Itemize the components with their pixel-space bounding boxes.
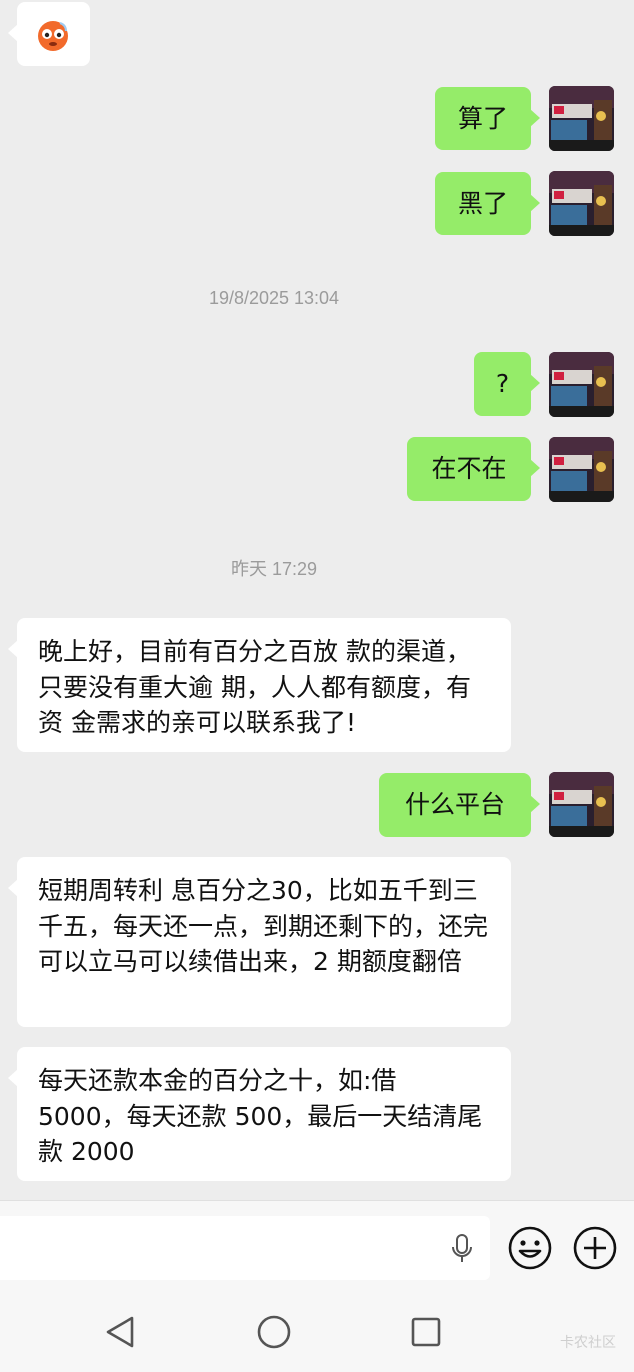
input-bar [0, 1200, 634, 1293]
chat-area[interactable]: 算了 黑了 19/8/2025 13:04 ? 在不在 昨天 17:29 晚上好… [0, 0, 634, 1200]
message-text: 算了 [457, 104, 508, 133]
message-outgoing[interactable]: ? [474, 352, 540, 416]
home-circle-icon[interactable] [256, 1314, 292, 1350]
timestamp: 昨天 17:29 [230, 559, 318, 579]
avatar-photo-icon [549, 352, 614, 417]
avatar-photo-icon [549, 437, 614, 502]
system-nav-bar: 卡农社区 [0, 1292, 634, 1372]
smiley-icon[interactable] [507, 1225, 553, 1271]
my-avatar[interactable] [549, 352, 614, 417]
message-text: ? [495, 369, 510, 398]
my-avatar[interactable] [549, 437, 614, 502]
timestamp: 19/8/2025 13:04 [208, 288, 340, 308]
back-triangle-icon[interactable] [104, 1315, 136, 1349]
watermark: 卡农社区 [560, 1334, 616, 1350]
message-incoming[interactable]: 短期周转利 息百分之30，比如五千到三千五，每天还一点，到期还剩下的，还完可以立… [8, 857, 511, 1027]
avatar-photo-icon [549, 86, 614, 151]
message-text: 什么平台 [404, 790, 505, 819]
message-text: 黑了 [457, 189, 508, 218]
microphone-icon[interactable] [450, 1233, 474, 1265]
message-text: 短期周转利 息百分之30，比如五千到三千五，每天还一点，到期还剩下的，还完可以立… [38, 876, 489, 976]
message-incoming[interactable]: 晚上好，目前有百分之百放 款的渠道，只要没有重大逾 期，人人都有额度，有资 金需… [8, 618, 511, 752]
message-text: 在不在 [431, 454, 507, 483]
my-avatar[interactable] [549, 772, 614, 837]
message-text: 晚上好，目前有百分之百放 款的渠道，只要没有重大逾 期，人人都有额度，有资 金需… [38, 637, 471, 737]
message-text: 每天还款本金的百分之十，如:借 5000，每天还款 500，最后一天结清尾款 2… [38, 1066, 483, 1166]
my-avatar[interactable] [549, 86, 614, 151]
emoji-face-icon [36, 19, 70, 53]
avatar-photo-icon [549, 772, 614, 837]
message-outgoing[interactable]: 在不在 [407, 437, 540, 501]
my-avatar[interactable] [549, 171, 614, 236]
plus-icon[interactable] [572, 1225, 618, 1271]
recents-square-icon[interactable] [410, 1316, 442, 1348]
message-outgoing[interactable]: 什么平台 [379, 773, 540, 837]
avatar-photo-icon [549, 171, 614, 236]
message-incoming[interactable]: 每天还款本金的百分之十，如:借 5000，每天还款 500，最后一天结清尾款 2… [8, 1047, 511, 1181]
message-outgoing[interactable]: 算了 [435, 87, 540, 150]
message-incoming-emoji[interactable] [8, 2, 90, 66]
message-input[interactable] [0, 1216, 490, 1280]
message-outgoing[interactable]: 黑了 [435, 172, 540, 235]
